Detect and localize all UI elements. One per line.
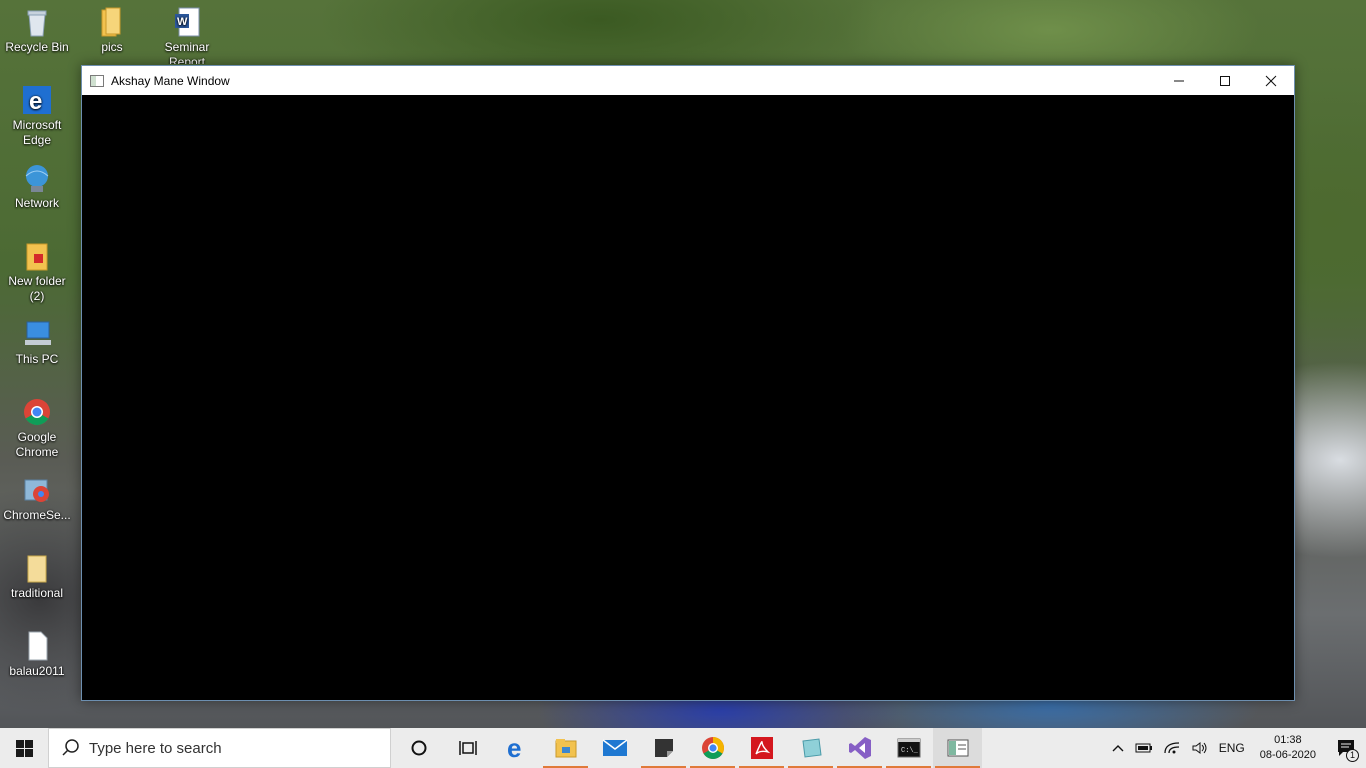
recycle-bin-icon [21,6,53,38]
window-app-icon [947,739,968,757]
desktop-icon-traditional[interactable]: traditional [0,552,74,601]
action-center-button[interactable]: 1 [1326,728,1366,768]
taskbar-edge[interactable]: e [492,728,541,768]
acrobat-icon [750,737,773,759]
folder-icon [21,552,53,584]
edge-icon: e [21,84,53,116]
desktop-icon-microsoft-edge[interactable]: e Microsoft Edge [0,84,74,148]
volume-button[interactable] [1186,741,1214,755]
svg-text:e: e [507,736,521,760]
task-view-icon [458,741,477,755]
desktop-icon-label: ChromeSe... [3,508,71,522]
taskbar-chrome[interactable] [688,728,737,768]
battery-button[interactable] [1130,741,1158,755]
notification-count-badge: 1 [1346,749,1359,762]
svg-text:C:\_: C:\_ [901,747,919,755]
window-title: Akshay Mane Window [111,73,230,88]
cmd-icon: C:\_ [897,738,920,758]
desktop-icon-chromesetup[interactable]: ChromeSe... [0,474,74,523]
desktop-icon-recycle-bin[interactable]: Recycle Bin [0,6,74,55]
system-tray: ENG 01:38 08-06-2020 1 [1106,728,1366,768]
windows-logo-icon [15,739,33,757]
desktop-icon-new-folder-2[interactable]: New folder (2) [0,240,74,304]
search-icon [61,738,81,758]
edge-icon: e [507,736,521,760]
visual-studio-icon [848,737,871,759]
desktop-icon-label: Google Chrome [15,430,59,459]
start-button[interactable] [0,728,48,768]
search-placeholder: Type here to search [89,739,222,757]
window-titlebar[interactable]: Akshay Mane Window [82,66,1294,95]
file-icon [21,630,53,662]
desktop-icon-label: balau2011 [9,664,65,678]
minimize-icon [1174,80,1184,81]
taskbar-notepad-app[interactable] [786,728,835,768]
mail-icon [602,739,627,756]
desktop-icon-label: Network [14,196,59,210]
desktop-icon-this-pc[interactable]: This PC [0,318,74,367]
desktop-icon-balau2011[interactable]: balau2011 [0,630,74,679]
desktop-icon-label: Recycle Bin [5,40,69,54]
window-client-area[interactable] [82,95,1294,700]
taskbar-search-box[interactable]: Type here to search [48,728,391,768]
taskbar-acrobat[interactable] [737,728,786,768]
cortana-icon [411,740,426,756]
language-indicator[interactable]: ENG [1214,741,1250,755]
chrome-icon [21,396,53,428]
desktop-icon-seminar-report[interactable]: W Seminar Report [150,6,224,64]
maximize-button[interactable] [1202,66,1248,95]
taskbar-cmd[interactable]: C:\_ [884,728,933,768]
show-hidden-icons-button[interactable] [1106,743,1130,753]
desktop-icon-pics[interactable]: pics [75,6,149,55]
cortana-button[interactable] [394,728,443,768]
window-app-icon [90,74,104,87]
desktop-icon-label: Microsoft Edge [12,118,62,147]
clock-date: 08-06-2020 [1259,749,1316,761]
word-document-icon: W [171,6,203,38]
speaker-icon [1192,742,1207,754]
desktop-icon-label: pics [101,40,123,54]
network-icon [21,162,53,194]
chrome-icon [701,737,724,759]
desktop-icon-label: Seminar Report [164,40,210,64]
maximize-icon [1220,75,1230,86]
folder-icon [96,6,128,38]
desktop-icon-label: New folder (2) [8,274,66,303]
clock-time: 01:38 [1274,734,1302,746]
desktop-icon-network[interactable]: Network [0,162,74,211]
window-controls [1156,66,1294,95]
desktop-icon-label: traditional [10,586,64,600]
taskbar-mail[interactable] [590,728,639,768]
wifi-button[interactable] [1158,741,1186,755]
close-button[interactable] [1248,66,1294,95]
chevron-up-icon [1112,745,1124,752]
app-window[interactable]: Akshay Mane Window [81,65,1295,701]
clock[interactable]: 01:38 08-06-2020 [1250,733,1326,763]
taskbar-sticky-notes[interactable] [639,728,688,768]
svg-text:e: e [29,88,42,115]
minimize-button[interactable] [1156,66,1202,95]
computer-icon [21,318,53,350]
chrome-setup-icon [21,474,53,506]
close-icon [1265,75,1277,86]
battery-icon [1135,743,1152,753]
sticky-notes-icon [654,739,673,757]
notepad-icon [801,738,822,758]
folder-icon [555,739,576,758]
taskbar-file-explorer[interactable] [541,728,590,768]
svg-text:W: W [177,16,188,28]
taskbar-visual-studio[interactable] [835,728,884,768]
task-view-button[interactable] [443,728,492,768]
desktop-icon-label: This PC [15,352,59,366]
taskbar-akshay-window[interactable] [933,728,982,768]
taskbar: Type here to search e C:\_ ENG 01:38 08-… [0,728,1366,768]
desktop-icon-google-chrome[interactable]: Google Chrome [0,396,74,460]
wifi-icon [1164,742,1179,754]
folder-icon [21,240,53,272]
